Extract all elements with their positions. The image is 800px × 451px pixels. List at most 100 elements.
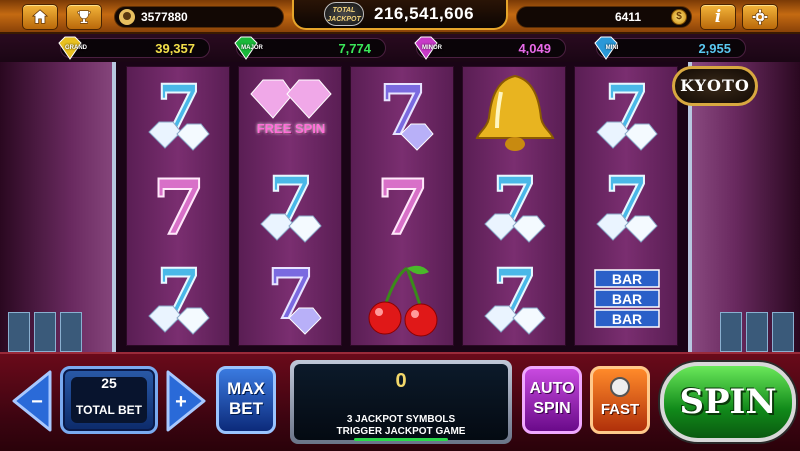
symbol-blue-seven-diamonds: 7: [575, 69, 679, 159]
symbol-blue-seven-diamonds: 7: [463, 161, 567, 251]
trophy-button[interactable]: [66, 4, 102, 30]
cherry-icon: [368, 265, 438, 337]
symbol-blue-seven-diamonds: 7: [127, 253, 231, 343]
balance-display: 6411 $: [516, 6, 692, 28]
casino-background-left: [0, 62, 120, 352]
home-button[interactable]: [22, 4, 58, 30]
total-jackpot-display: TOTAL JACKPOT 216,541,606: [292, 0, 508, 30]
pink-seven-icon: 7: [376, 164, 431, 248]
balance-value: 6411: [614, 10, 641, 24]
bar-text: BAR: [612, 311, 642, 327]
purple-seven-diamonds-icon: 7: [266, 256, 322, 336]
reel-1: 7 7 7: [126, 66, 230, 346]
tier-grand-value: 39,357: [155, 41, 195, 56]
home-icon: [31, 9, 49, 24]
blue-seven-diamonds-icon: 7: [484, 164, 546, 243]
win-display-inner: 0 3 JACKPOT SYMBOLS TRIGGER JACKPOT GAME: [294, 364, 508, 441]
tier-minor: MINOR 4,049: [414, 36, 566, 60]
jackpot-tiers: GRAND 39,357 MAJOR 7,774 MINOR 4,049 MIN…: [0, 34, 800, 62]
symbol-free-spin: FREE SPIN: [239, 69, 343, 159]
max-bet-line1: MAX: [227, 379, 265, 398]
top-bar: 3577880 TOTAL JACKPOT 216,541,606 6411 $…: [0, 0, 800, 34]
slot-machine-decor: [60, 312, 82, 352]
symbol-pink-seven: 7: [351, 161, 455, 251]
blue-seven-diamonds-icon: 7: [148, 72, 210, 151]
tier-grand: GRAND 39,357: [58, 36, 210, 60]
total-bet-label: TOTAL BET: [76, 403, 142, 417]
pink-diamonds-icon: [250, 79, 332, 119]
triple-bar-icon: BAR BAR BAR: [594, 269, 660, 328]
tier-minor-label: MINOR: [422, 45, 442, 51]
slot-machine-decor: [720, 312, 742, 352]
reel-2: FREE SPIN 7 7: [238, 66, 342, 346]
user-coins-display: 3577880: [114, 6, 284, 28]
jackpot-message-line2: TRIGGER JACKPOT GAME: [336, 426, 466, 437]
gear-icon: [752, 9, 768, 25]
decrease-bet-button[interactable]: −: [10, 368, 54, 434]
progress-bar: [354, 438, 448, 441]
symbol-purple-seven-diamonds: 7: [239, 253, 343, 343]
reel-area: 7 7 7 FREE SPIN 7 7 7 7 7 7 7 7 BAR BAR …: [112, 62, 692, 352]
jackpot-logo-line2: JACKPOT: [327, 16, 361, 23]
seven-glyph: 7: [153, 164, 206, 248]
increase-bet-button[interactable]: +: [164, 368, 208, 434]
symbol-cherry: [351, 253, 455, 343]
speed-icon: [610, 377, 630, 397]
tier-mini: MINI 2,955: [594, 36, 746, 60]
slot-game-screen: 3577880 TOTAL JACKPOT 216,541,606 6411 $…: [0, 0, 800, 451]
slot-machine-decor: [8, 312, 30, 352]
blue-seven-diamonds-icon: 7: [260, 164, 322, 243]
auto-spin-button[interactable]: AUTO SPIN: [522, 366, 582, 434]
tier-minor-value: 4,049: [518, 41, 551, 56]
slot-machine-decor: [34, 312, 56, 352]
total-bet-display: 25 TOTAL BET: [60, 366, 158, 434]
trophy-icon: [77, 10, 91, 24]
symbol-golden-bell: [463, 69, 567, 159]
jackpot-logo-line1: TOTAL: [332, 7, 356, 14]
symbol-blue-seven-diamonds: 7: [463, 253, 567, 343]
total-jackpot-logo: TOTAL JACKPOT: [324, 2, 364, 26]
fast-label: FAST: [600, 401, 640, 418]
seven-glyph: 7: [377, 164, 430, 248]
tier-major-value: 7,774: [338, 41, 371, 56]
free-spin-label: FREE SPIN: [256, 121, 326, 136]
auto-spin-line2: SPIN: [533, 400, 571, 417]
symbol-blue-seven-diamonds: 7: [239, 161, 343, 251]
purple-seven-diamonds-icon: 7: [378, 72, 434, 152]
win-display: 0 3 JACKPOT SYMBOLS TRIGGER JACKPOT GAME: [290, 360, 512, 444]
fast-button[interactable]: FAST: [590, 366, 650, 434]
slot-machine-decor: [772, 312, 794, 352]
tier-grand-label: GRAND: [65, 45, 87, 51]
spin-button[interactable]: SPIN: [660, 362, 796, 442]
avatar: [119, 9, 135, 25]
slot-machine-decor: [746, 312, 768, 352]
blue-seven-diamonds-icon: 7: [148, 256, 210, 335]
tier-mini-label: MINI: [605, 45, 619, 51]
minus-icon: −: [31, 391, 43, 413]
info-icon: i: [714, 7, 722, 27]
total-bet-value: 25: [101, 375, 117, 391]
total-jackpot-value: 216,541,606: [374, 4, 475, 23]
bar-text: BAR: [612, 271, 642, 287]
bar-text: BAR: [612, 291, 642, 307]
theme-badge: KYOTO: [672, 66, 758, 106]
coin-icon: $: [671, 9, 687, 25]
blue-seven-diamonds-icon: 7: [596, 72, 658, 151]
symbol-purple-seven-diamonds: 7: [351, 69, 455, 159]
max-bet-button[interactable]: MAX BET: [216, 366, 276, 434]
tier-major: MAJOR 7,774: [234, 36, 386, 60]
tier-mini-value: 2,955: [698, 41, 731, 56]
blue-seven-diamonds-icon: 7: [596, 164, 658, 243]
jackpot-message-line1: 3 JACKPOT SYMBOLS: [346, 414, 456, 425]
settings-button[interactable]: [742, 4, 778, 30]
user-coins-value: 3577880: [141, 10, 188, 24]
reel-3: 7 7: [350, 66, 454, 346]
symbol-blue-seven-diamonds: 7: [575, 161, 679, 251]
info-button[interactable]: i: [700, 4, 736, 30]
golden-bell-icon: [475, 74, 555, 151]
pink-seven-icon: 7: [152, 164, 207, 248]
reel-4: 7 7: [462, 66, 566, 346]
max-bet-line2: BET: [229, 399, 263, 418]
auto-spin-line1: AUTO: [529, 380, 575, 397]
reel-5: 7 7 BAR BAR BAR: [574, 66, 678, 346]
